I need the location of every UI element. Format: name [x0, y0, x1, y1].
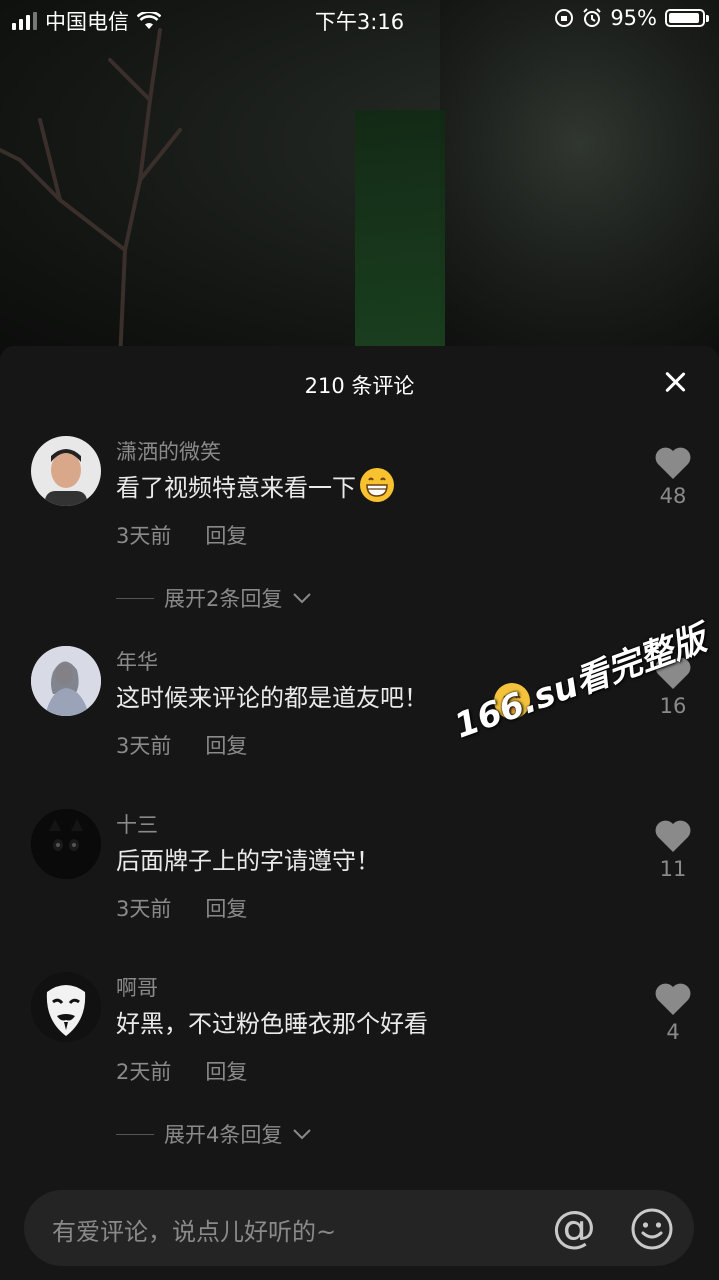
reply-button[interactable]: 回复 — [205, 520, 247, 550]
comment-text: 看了视频特意来看一下 — [116, 468, 394, 503]
status-right: 95% — [554, 6, 709, 30]
reply-button[interactable]: 回复 — [205, 730, 247, 760]
battery-fill — [669, 13, 700, 23]
status-bar: 中国电信 下午3:16 95% — [0, 0, 719, 40]
heart-icon — [655, 447, 691, 479]
like-button[interactable]: 4 — [652, 982, 694, 1044]
avatar[interactable] — [31, 972, 101, 1042]
divider-line — [116, 1133, 154, 1135]
alarm-icon — [583, 8, 602, 27]
like-count: 16 — [659, 694, 687, 718]
reply-button[interactable]: 回复 — [205, 1056, 247, 1086]
expand-replies-label: 展开4条回复 — [164, 1123, 283, 1147]
background-tree — [0, 28, 182, 360]
comment-meta: 3天前 回复 — [116, 730, 247, 760]
comment-text: 后面牌子上的字请遵守！ — [116, 847, 380, 875]
sheet-header: 210 条评论 — [0, 346, 719, 422]
like-count: 4 — [666, 1020, 680, 1044]
comment-input[interactable]: 有爱评论，说点儿好听的~ — [52, 1212, 336, 1247]
chevron-down-icon — [293, 593, 312, 604]
username[interactable]: 潇洒的微笑 — [116, 436, 221, 466]
background-door — [355, 110, 445, 360]
like-button[interactable]: 48 — [652, 446, 694, 508]
grin-emoji-icon — [360, 468, 394, 502]
comment-text-content: 看了视频特意来看一下 — [116, 474, 356, 502]
at-mention-icon[interactable]: @ — [552, 1202, 596, 1253]
comment-time: 3天前 — [116, 734, 172, 758]
like-count: 48 — [659, 484, 687, 508]
close-icon[interactable] — [661, 368, 689, 396]
username[interactable]: 啊哥 — [116, 972, 158, 1002]
avatar[interactable] — [31, 646, 101, 716]
comment-time: 2天前 — [116, 1060, 172, 1084]
comment-count-title: 210 条评论 — [304, 374, 415, 398]
expand-replies-label: 展开2条回复 — [164, 587, 283, 611]
heart-icon — [655, 983, 691, 1015]
reply-button[interactable]: 回复 — [205, 893, 247, 923]
comment-time: 3天前 — [116, 897, 172, 921]
expand-replies-button[interactable]: 展开4条回复 — [116, 1119, 312, 1149]
avatar[interactable] — [31, 436, 101, 506]
video-background — [0, 0, 719, 360]
expand-replies-button[interactable]: 展开2条回复 — [116, 583, 312, 613]
battery-percent: 95% — [610, 6, 657, 30]
comment-meta: 3天前 回复 — [116, 520, 247, 550]
comment-sheet: 210 条评论 潇洒的微笑 看了视频特意来看一下 3天前 回复 48 展开2条回… — [0, 346, 719, 1280]
comment-meta: 2天前 回复 — [116, 1056, 247, 1086]
battery-icon — [665, 9, 709, 27]
like-count: 11 — [659, 857, 687, 881]
comment-text: 这时候来评论的都是道友吧！ — [116, 684, 428, 712]
comment-time: 3天前 — [116, 524, 172, 548]
background-bush — [440, 0, 719, 360]
username[interactable]: 十三 — [116, 809, 158, 839]
divider-line — [116, 597, 154, 599]
heart-icon — [655, 820, 691, 852]
emoji-smile-icon[interactable] — [630, 1207, 674, 1251]
rotation-lock-icon — [555, 9, 574, 27]
like-button[interactable]: 11 — [652, 819, 694, 881]
comment-meta: 3天前 回复 — [116, 893, 247, 923]
chevron-down-icon — [293, 1129, 312, 1140]
avatar[interactable] — [31, 809, 101, 879]
comment-text: 好黑，不过粉色睡衣那个好看 — [116, 1010, 428, 1038]
comment-input-bar[interactable]: 有爱评论，说点儿好听的~ @ — [24, 1190, 694, 1266]
username[interactable]: 年华 — [116, 646, 158, 676]
